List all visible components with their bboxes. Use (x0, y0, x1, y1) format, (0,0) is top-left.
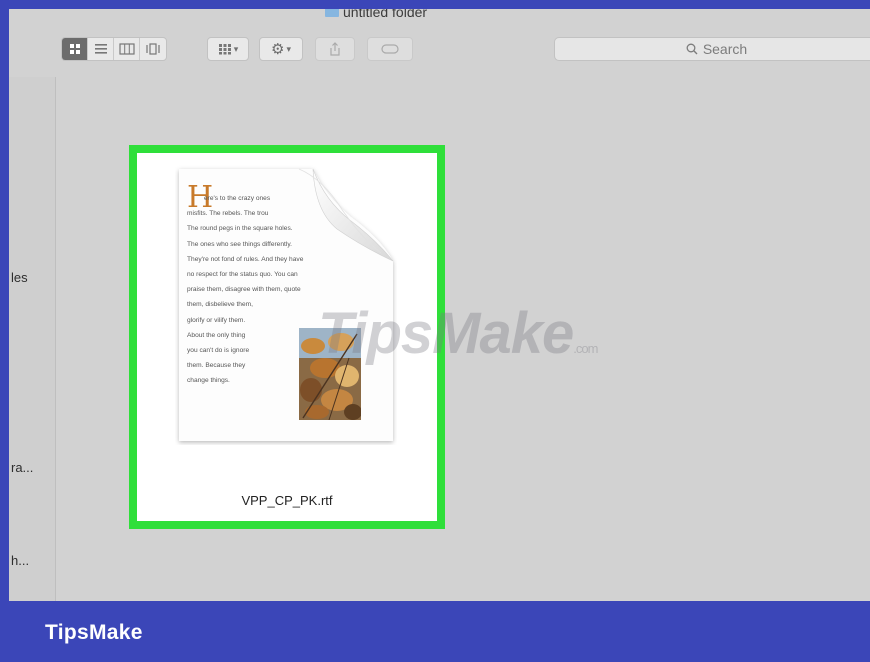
arrange-button[interactable]: ▾ (207, 37, 249, 61)
search-input[interactable]: Search (554, 37, 870, 61)
list-icon (94, 44, 107, 54)
sidebar-item-1[interactable]: les (11, 270, 28, 285)
search-placeholder: Search (702, 41, 748, 57)
folder-icon (325, 9, 339, 17)
column-view-button[interactable] (114, 38, 140, 60)
grid-icon (69, 44, 80, 54)
chevron-down-icon: ▾ (233, 43, 239, 54)
preview-line: The ones who see things differently. (187, 240, 292, 248)
preview-line: ere's to the crazy ones (204, 195, 271, 202)
action-button[interactable]: ⚙ ▾ (259, 37, 303, 61)
icon-view-button[interactable] (62, 38, 88, 60)
brand-logo-text: TipsMake (45, 621, 143, 644)
preview-line: The round pegs in the square holes. (187, 225, 293, 233)
cover-flow-view-button[interactable] (140, 38, 166, 60)
sidebar-item-2[interactable]: ra... (11, 460, 33, 475)
sidebar: les ra... h... (9, 77, 56, 601)
cover-flow-icon (146, 43, 160, 55)
arrange-grid-icon (218, 44, 231, 55)
gear-icon: ⚙ (271, 41, 285, 58)
toolbar: ▾ ⚙ ▾ Search (9, 19, 870, 77)
title-bar: untitled folder (9, 9, 870, 20)
watermark-logo: TipsMake.com (318, 300, 598, 367)
columns-icon (118, 43, 135, 55)
sidebar-item-3[interactable]: h... (11, 553, 29, 568)
preview-line: They're not fond of rules. And they have (187, 255, 304, 263)
share-icon (330, 42, 340, 56)
preview-line: misfits. The rebels. The trou (187, 210, 269, 218)
share-button[interactable] (315, 37, 355, 61)
preview-line: no respect for the status quo. You can (187, 271, 298, 279)
tag-icon (381, 44, 399, 54)
file-name-label: VPP_CP_PK.rtf (241, 493, 333, 508)
watermark-suffix: .com (573, 341, 598, 356)
watermark-text: TipsMake (318, 301, 574, 366)
tags-button[interactable] (367, 37, 413, 61)
list-view-button[interactable] (88, 38, 114, 60)
view-mode-switcher (61, 37, 167, 61)
preview-line: praise them, disagree with them, quote (187, 286, 301, 294)
chevron-down-icon: ▾ (286, 43, 291, 54)
search-icon (686, 43, 698, 55)
brand-footer-bar: TipsMake (0, 601, 870, 662)
